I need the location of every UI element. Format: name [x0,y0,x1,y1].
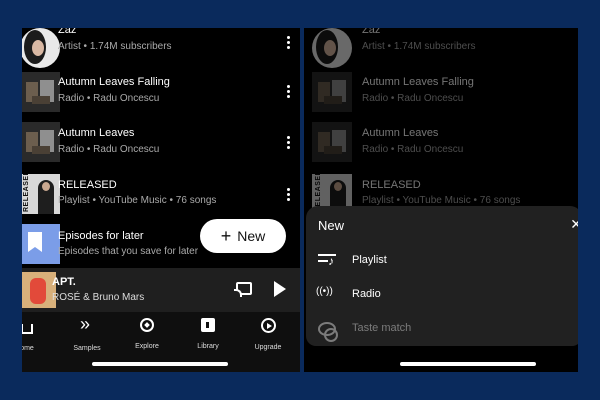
menu-item-taste-match: Taste match [318,318,558,342]
nav-explore[interactable]: Explore [122,318,172,353]
list-item-title: Autumn Leaves [362,127,439,139]
more-options-icon[interactable] [287,36,290,51]
taste-match-icon [318,322,338,342]
menu-item-playlist[interactable]: Playlist [318,250,558,274]
list-item-subtitle: Artist • 1.74M subscribers [362,41,476,52]
cast-icon[interactable] [234,282,252,297]
nav-library[interactable]: Library [183,318,233,353]
list-item-subtitle: Artist • 1.74M subscribers [58,41,172,52]
radio-thumbnail [312,72,352,112]
nav-label: Explore [135,343,159,350]
playlist-add-icon [318,254,336,268]
list-item-title: Zaz [58,28,77,36]
list-item-subtitle: Playlist • YouTube Music • 76 songs [58,195,217,206]
list-item-zaz[interactable]: Zaz Artist • 1.74M subscribers [22,28,300,72]
new-menu-sheet: New ✕ Playlist Radio Taste match [306,206,578,346]
home-indicator [400,362,536,366]
more-options-icon[interactable] [287,136,290,151]
nav-samples[interactable]: Samples [62,314,112,355]
list-item-subtitle: Radio • Radu Oncescu [362,144,464,155]
plus-icon: + [220,226,232,246]
released-thumb-text: RELEASED [23,174,30,212]
left-screen: Zaz Artist • 1.74M subscribers Autumn Le… [22,28,300,372]
nav-upgrade[interactable]: Upgrade [243,318,293,354]
artist-thumbnail [312,28,352,68]
now-playing-thumbnail [22,272,56,308]
list-item-title: Episodes for later [58,230,144,242]
more-options-icon[interactable] [287,188,290,203]
radio-thumbnail [22,72,60,112]
list-item-subtitle: Playlist • YouTube Music • 76 songs [362,195,521,206]
upgrade-icon [260,318,276,333]
nav-label: Samples [73,345,101,352]
mini-player[interactable]: APT. ROSÉ & Bruno Mars [22,268,300,312]
list-item-released[interactable]: RELEASED RELEASED Playlist • YouTube Mus… [22,174,300,218]
home-indicator [92,362,228,366]
list-item-title: RELEASED [58,179,117,191]
right-screen: Zaz Artist • 1.74M subscribers Autumn Le… [304,28,578,372]
home-icon [22,324,33,334]
menu-item-label: Taste match [352,322,412,334]
artist-thumbnail [22,28,60,68]
play-icon[interactable] [274,281,286,297]
compass-icon [140,318,154,332]
radio-thumbnail [22,122,60,162]
list-item-subtitle: Radio • Radu Oncescu [58,93,160,104]
menu-item-label: Playlist [352,254,387,266]
list-item-zaz[interactable]: Zaz Artist • 1.74M subscribers [304,28,578,72]
samples-icon [79,314,95,335]
more-options-icon[interactable] [287,85,290,100]
released-thumbnail: RELEASED [22,174,60,214]
sheet-title: New [318,218,345,233]
nav-label: Library [197,343,219,350]
list-item-title: RELEASED [362,179,421,191]
list-item-subtitle: Radio • Radu Oncescu [58,144,160,155]
list-item-title: Autumn Leaves Falling [362,76,474,88]
bookmark-icon [22,224,60,264]
radio-icon [316,286,336,302]
list-item-title: Autumn Leaves [58,127,135,139]
now-playing-artist: ROSÉ & Bruno Mars [52,292,145,303]
new-button-label: New [237,228,266,244]
list-item-title: Autumn Leaves Falling [58,76,170,88]
list-item-title: Zaz [362,28,381,36]
nav-label: Upgrade [254,344,282,351]
menu-item-radio[interactable]: Radio [316,284,558,308]
new-button[interactable]: + New [200,219,286,253]
nav-label: ome [22,345,34,352]
nav-home[interactable]: ome [22,318,52,355]
list-item-autumn-leaves-falling[interactable]: Autumn Leaves Falling Radio • Radu Onces… [22,72,300,116]
menu-item-label: Radio [352,288,381,300]
now-playing-title: APT. [52,276,76,288]
list-item-subtitle: Episodes that you save for later [58,246,199,257]
list-item-autumn-leaves[interactable]: Autumn Leaves Radio • Radu Oncescu [22,122,300,166]
list-item-autumn-leaves-falling[interactable]: Autumn Leaves Falling Radio • Radu Onces… [304,72,578,116]
close-icon[interactable]: ✕ [570,216,578,233]
list-item-subtitle: Radio • Radu Oncescu [362,93,464,104]
radio-thumbnail [312,122,352,162]
library-icon [201,318,215,332]
list-item-autumn-leaves[interactable]: Autumn Leaves Radio • Radu Oncescu [304,122,578,166]
